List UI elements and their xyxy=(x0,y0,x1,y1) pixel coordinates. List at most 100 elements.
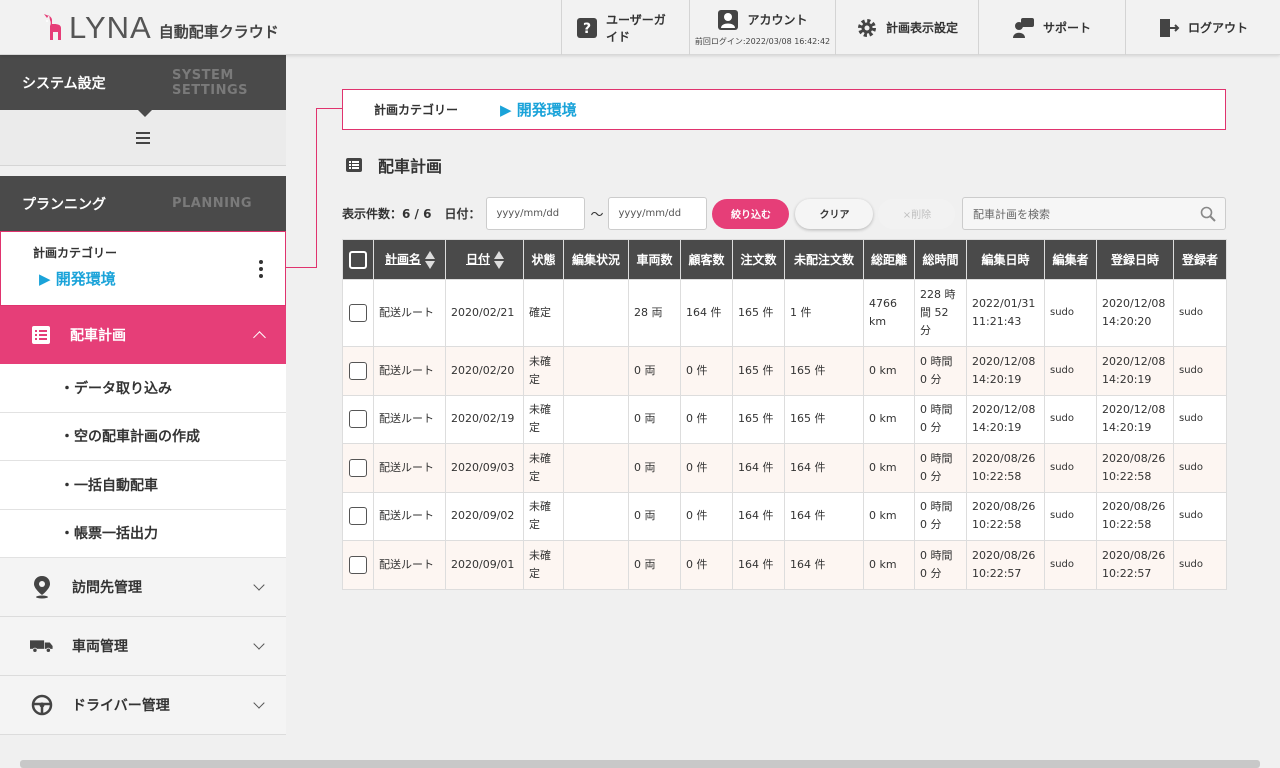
llama-logo-icon xyxy=(44,14,61,40)
checkbox-icon xyxy=(349,555,367,574)
cell-customers: 164 件 xyxy=(680,279,733,347)
logo[interactable]: LYNA 自動配車クラウド xyxy=(38,10,279,46)
column-total-time: 総時間 xyxy=(914,239,967,280)
table-row[interactable]: 配送ルート 2020/02/20 未確定 0 両 0 件 165 件 165 件… xyxy=(342,346,1227,396)
cell-edited-at: 2020/08/26 10:22:58 xyxy=(966,443,1045,493)
truck-icon xyxy=(30,634,54,658)
cell-plan-name[interactable]: 配送ルート xyxy=(373,443,446,493)
cell-registered-at: 2020/08/26 10:22:58 xyxy=(1096,443,1174,493)
column-total-distance: 総距離 xyxy=(863,239,915,280)
plan-search-input[interactable]: 配車計画を検索 xyxy=(962,197,1226,230)
support-button[interactable]: サポート xyxy=(978,0,1125,55)
select-all-checkbox[interactable] xyxy=(342,239,374,280)
row-checkbox[interactable] xyxy=(342,491,374,541)
filter-toolbar: 表示件数：6 / 6 日付： yyyy/mm/dd 〜 yyyy/mm/dd 絞… xyxy=(342,197,1226,230)
hamburger-icon xyxy=(136,131,150,144)
row-checkbox[interactable] xyxy=(342,394,374,444)
account-button[interactable]: アカウント 前回ログイン:2022/03/08 16:42:42 xyxy=(689,0,835,55)
list-icon xyxy=(32,326,50,344)
cell-registrant: sudo xyxy=(1173,346,1227,396)
cell-plan-name[interactable]: 配送ルート xyxy=(373,540,446,590)
cell-date: 2020/02/19 xyxy=(445,394,524,444)
cell-status: 未確定 xyxy=(523,540,564,590)
column-header-label: 日付 xyxy=(465,252,490,266)
horizontal-scrollbar[interactable] xyxy=(20,760,1260,768)
cell-registrant: sudo xyxy=(1173,443,1227,493)
cell-editor: sudo xyxy=(1044,346,1097,396)
cell-plan-name[interactable]: 配送ルート xyxy=(373,394,446,444)
cell-registered-at: 2020/12/08 14:20:19 xyxy=(1096,394,1174,444)
display-settings-button[interactable]: 計画表示設定 xyxy=(835,0,978,55)
cell-unassigned-orders: 165 件 xyxy=(784,346,864,396)
row-checkbox[interactable] xyxy=(342,443,374,493)
logo-subtitle: 自動配車クラウド xyxy=(158,22,279,41)
cell-vehicles: 28 両 xyxy=(628,279,681,347)
delete-button[interactable]: ×削除 xyxy=(878,198,956,229)
map-pin-icon xyxy=(30,575,54,599)
system-menu-toggle[interactable] xyxy=(0,110,286,166)
planning-title: プランニング xyxy=(22,196,106,213)
sidebar-subitem-bulk-auto-dispatch[interactable]: ・一括自動配車 xyxy=(0,461,286,510)
planning-en: PLANNING xyxy=(172,196,253,211)
cell-total-time: 0 時間 0 分 xyxy=(914,394,967,444)
sidebar-subitem-create-empty-plan[interactable]: ・空の配車計画の作成 xyxy=(0,412,286,461)
cell-edited-at: 2020/08/26 10:22:58 xyxy=(966,491,1045,541)
user-guide-button[interactable]: ? ユーザーガイド xyxy=(561,0,689,55)
sidebar-subitem-bulk-report-output[interactable]: ・帳票一括出力 xyxy=(0,509,286,558)
table-row[interactable]: 配送ルート 2020/09/03 未確定 0 両 0 件 164 件 164 件… xyxy=(342,443,1227,493)
table-row[interactable]: 配送ルート 2020/09/02 未確定 0 両 0 件 164 件 164 件… xyxy=(342,491,1227,541)
column-editor: 編集者 xyxy=(1044,239,1097,280)
table-row[interactable]: 配送ルート 2020/09/01 未確定 0 両 0 件 164 件 164 件… xyxy=(342,540,1227,590)
column-plan-name[interactable]: 計画名 xyxy=(373,239,446,280)
cell-customers: 0 件 xyxy=(680,443,733,493)
checkbox-icon xyxy=(349,304,367,322)
table-row[interactable]: 配送ルート 2020/02/19 未確定 0 両 0 件 165 件 165 件… xyxy=(342,394,1227,444)
dispatch-plan-table: 計画名 日付 状態 編集状況 車両数 顧客数 注文数 未配注文数 総距離 総時間… xyxy=(342,239,1227,590)
sidebar-item-drivers-label: ドライバー管理 xyxy=(72,698,170,714)
system-settings-en: SYSTEM SETTINGS xyxy=(172,68,248,98)
cell-vehicles: 0 両 xyxy=(628,491,681,541)
plan-category-bar: 計画カテゴリー ▶ 開発環境 xyxy=(342,89,1226,130)
table-header-row: 計画名 日付 状態 編集状況 車両数 顧客数 注文数 未配注文数 総距離 総時間… xyxy=(342,239,1227,280)
sidebar-item-dispatch-plan[interactable]: 配車計画 xyxy=(0,306,286,364)
filter-button[interactable]: 絞り込む xyxy=(712,198,790,229)
date-range-separator: 〜 xyxy=(590,208,604,223)
date-to-input[interactable]: yyyy/mm/dd xyxy=(608,197,708,230)
sidebar-subitem-data-import[interactable]: ・データ取り込み xyxy=(0,364,286,413)
cell-plan-name[interactable]: 配送ルート xyxy=(373,346,446,396)
system-settings-header[interactable]: システム設定 SYSTEM SETTINGS xyxy=(0,55,286,117)
record-count: 表示件数：6 / 6 xyxy=(342,207,432,221)
row-checkbox[interactable] xyxy=(342,540,374,590)
date-from-input[interactable]: yyyy/mm/dd xyxy=(486,197,586,230)
table-row[interactable]: 配送ルート 2020/02/21 確定 28 両 164 件 165 件 1 件… xyxy=(342,279,1227,347)
row-checkbox[interactable] xyxy=(342,346,374,396)
plan-search-placeholder: 配車計画を検索 xyxy=(973,207,1050,221)
page-title: 配車計画 xyxy=(346,153,442,177)
cell-vehicles: 0 両 xyxy=(628,394,681,444)
cell-registrant: sudo xyxy=(1173,279,1227,347)
cell-plan-name[interactable]: 配送ルート xyxy=(373,279,446,347)
help-icon: ? xyxy=(576,17,598,39)
column-date[interactable]: 日付 xyxy=(445,239,524,280)
row-checkbox[interactable] xyxy=(342,279,374,347)
column-customers: 顧客数 xyxy=(680,239,733,280)
cell-plan-name[interactable]: 配送ルート xyxy=(373,491,446,541)
sidebar-item-drivers[interactable]: ドライバー管理 xyxy=(0,676,286,735)
chevron-up-icon xyxy=(253,331,266,344)
cell-total-time: 0 時間 0 分 xyxy=(914,346,967,396)
sidebar-item-vehicles[interactable]: 車両管理 xyxy=(0,617,286,676)
more-options-icon[interactable] xyxy=(259,260,263,278)
logout-button[interactable]: ログアウト xyxy=(1125,0,1280,55)
column-edit-status: 編集状況 xyxy=(563,239,629,280)
column-header-label: 計画名 xyxy=(384,252,421,266)
sidebar-item-destinations[interactable]: 訪問先管理 xyxy=(0,558,286,617)
cell-date: 2020/09/01 xyxy=(445,540,524,590)
sidebar-item-destinations-label: 訪問先管理 xyxy=(72,580,142,596)
clear-button[interactable]: クリア xyxy=(795,198,874,229)
cell-orders: 165 件 xyxy=(732,346,785,396)
plan-category-selector[interactable]: 計画カテゴリー ▶ 開発環境 xyxy=(0,231,286,306)
checkbox-icon xyxy=(349,250,367,269)
cell-status: 確定 xyxy=(523,279,564,347)
account-label: アカウント xyxy=(747,13,808,27)
cell-unassigned-orders: 1 件 xyxy=(784,279,864,347)
